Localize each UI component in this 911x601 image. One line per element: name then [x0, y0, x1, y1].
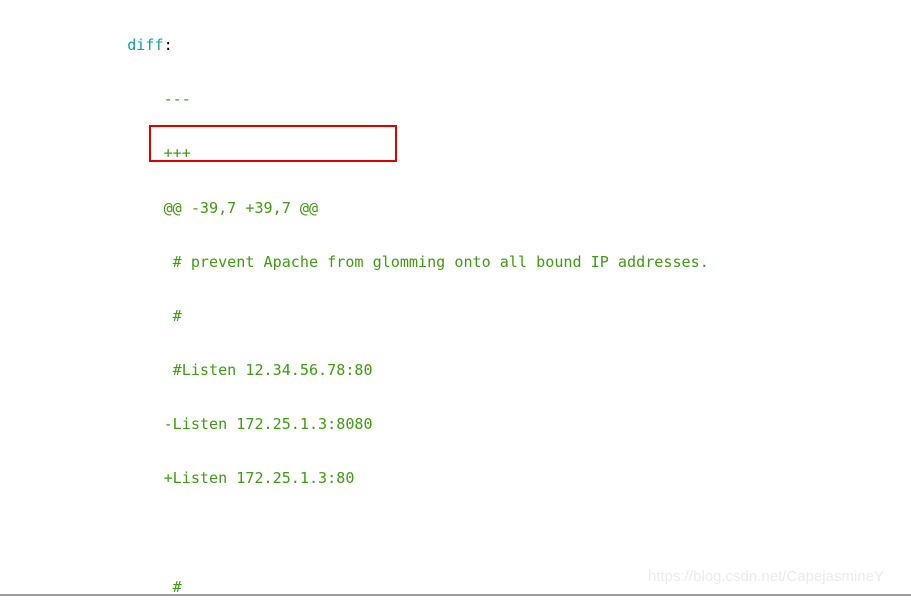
output-line-diff-label: diff: [0, 36, 911, 54]
diff-label-colon: : [163, 36, 173, 55]
window-bottom-border [0, 594, 911, 596]
output-line-diff-context-3: #Listen 12.34.56.78:80 [0, 360, 373, 379]
output-line-diff-hunk: @@ -39,7 +39,7 @@ [0, 198, 319, 217]
terminal-output[interactable]: diff: --- +++ @@ -39,7 +39,7 @@ # preven… [0, 0, 911, 593]
output-line-diff-removed: -Listen 172.25.1.3:8080 [0, 415, 373, 434]
output-line-blank-1 [0, 523, 911, 541]
output-line-diff-plus-header: +++ [0, 144, 191, 163]
diff-label-text: diff [0, 36, 164, 55]
output-line-diff-minus-header: --- [0, 90, 191, 109]
output-line-diff-context-1: # prevent Apache from glomming onto all … [0, 252, 709, 271]
output-line-diff-context-2: # [0, 306, 182, 325]
output-line-diff-added: +Listen 172.25.1.3:80 [0, 469, 355, 488]
watermark-text: https://blog.csdn.net/CapejasmineY [648, 568, 884, 585]
terminal-window[interactable]: diff: --- +++ @@ -39,7 +39,7 @@ # preven… [0, 0, 911, 601]
